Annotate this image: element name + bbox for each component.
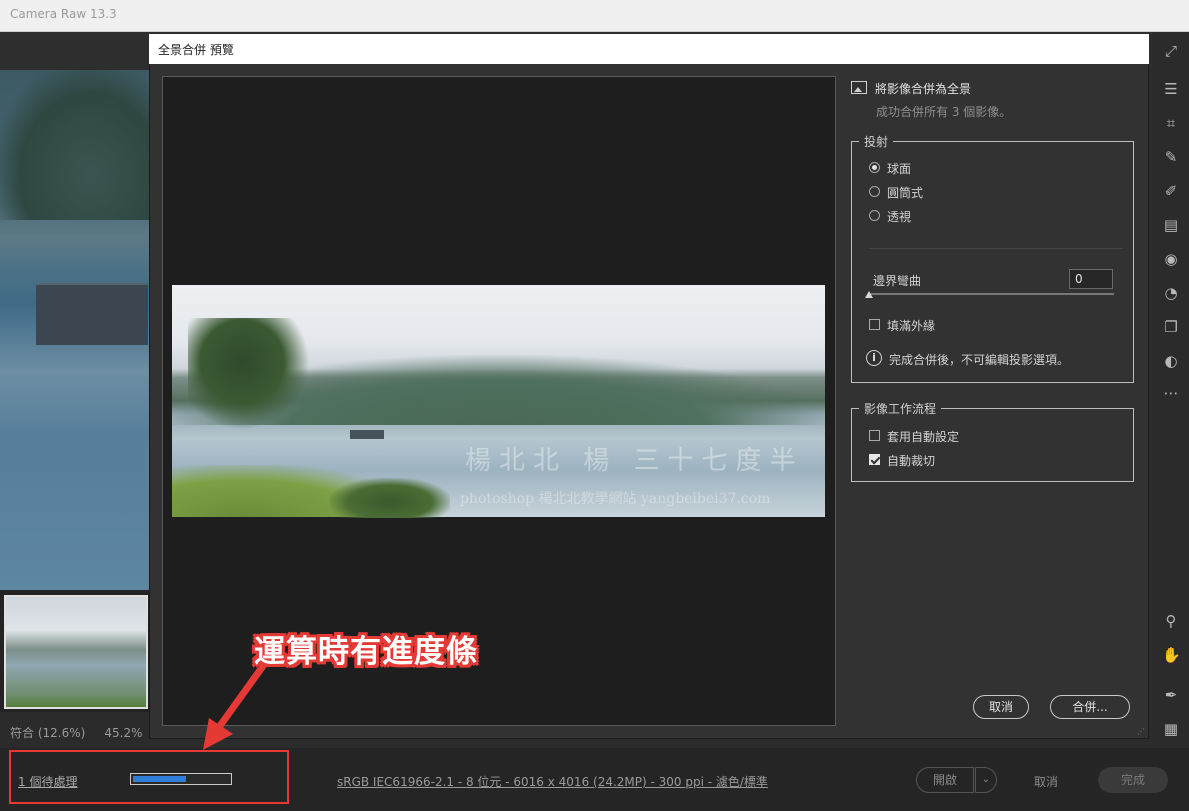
boundary-warp-slider[interactable]	[869, 293, 1114, 295]
auto-crop-label[interactable]: 自動裁切	[887, 452, 935, 469]
sliders-icon[interactable]: ☰	[1162, 80, 1180, 98]
annotation-highlight-box	[9, 750, 289, 804]
boundary-warp-input[interactable]: 0	[1069, 269, 1113, 289]
pano-bush	[330, 478, 450, 518]
workflow-group-label: 影像工作流程	[859, 400, 942, 417]
panorama-icon	[851, 81, 867, 94]
color-sampler-icon[interactable]: ✒	[1162, 686, 1180, 704]
file-info-link[interactable]: sRGB IEC61966-2.1 - 8 位元 - 6016 x 4016 (…	[337, 773, 768, 790]
merge-header-title: 將影像合併為全景	[875, 82, 972, 96]
photo-hill	[0, 70, 150, 220]
projection-group-label: 投射	[859, 133, 894, 150]
window-title: Camera Raw 13.3	[10, 7, 117, 21]
radio-perspective-label[interactable]: 透視	[887, 208, 911, 225]
projection-divider	[869, 248, 1123, 249]
radio-cylindrical-label[interactable]: 圓筒式	[887, 184, 923, 201]
pano-boat	[350, 430, 384, 439]
dialog-cancel-button[interactable]: 取消	[973, 695, 1029, 719]
dialog-title: 全景合併 預覽	[158, 43, 234, 57]
fill-edges-checkbox[interactable]	[869, 319, 880, 330]
crop-icon[interactable]: ⌗	[1162, 114, 1180, 132]
zoom-percent[interactable]: 45.2%	[104, 726, 142, 740]
zoom-label[interactable]: 符合 (12.6%)	[10, 726, 85, 740]
workflow-group	[851, 408, 1134, 482]
presets-icon[interactable]: ◐	[1162, 352, 1180, 370]
apply-auto-checkbox[interactable]	[869, 430, 880, 441]
apply-auto-label[interactable]: 套用自動設定	[887, 428, 959, 445]
radio-cylindrical[interactable]	[869, 186, 880, 197]
boundary-warp-label: 邊界彎曲	[873, 274, 922, 288]
snapshots-icon[interactable]: ❐	[1162, 318, 1180, 336]
watermark-line2: photoshop 楊北北教學網站 yangbeibei37.com	[460, 491, 771, 507]
done-button[interactable]: 完成	[1098, 767, 1168, 793]
filmstrip-thumbnail[interactable]	[4, 595, 148, 709]
merge-header-subtitle: 成功合併所有 3 個影像。	[876, 105, 1012, 119]
open-button[interactable]: 開啟	[916, 767, 974, 793]
boundary-warp-slider-thumb[interactable]	[865, 291, 873, 298]
gradient-icon[interactable]: ▤	[1162, 216, 1180, 234]
annotation-arrow-icon	[203, 662, 267, 750]
zoom-icon[interactable]: ⚲	[1162, 612, 1180, 630]
grid-icon[interactable]: ▦	[1162, 720, 1180, 738]
resize-grip-icon[interactable]: ⋰	[1137, 727, 1145, 736]
zoom-info[interactable]: 符合 (12.6%) 45.2%	[10, 724, 143, 741]
expand-icon[interactable]: ⤢	[1162, 42, 1180, 60]
radio-spherical[interactable]	[869, 162, 880, 173]
redeye-icon[interactable]: ◔	[1162, 284, 1180, 302]
window-titlebar: Camera Raw 13.3	[0, 0, 1189, 32]
projection-group	[851, 141, 1134, 383]
pano-tree	[188, 318, 308, 428]
radio-spherical-label[interactable]: 球面	[887, 160, 911, 177]
watermark-line1: 楊北北 楊 三十七度半	[465, 446, 804, 476]
hand-icon[interactable]: ✋	[1162, 646, 1181, 664]
info-icon: i	[866, 350, 882, 366]
dialog-titlebar: 全景合併 預覽	[149, 34, 1149, 64]
healing-icon[interactable]: ✎	[1162, 148, 1180, 166]
radio-perspective[interactable]	[869, 210, 880, 221]
main-cancel-button[interactable]: 取消	[1034, 773, 1058, 790]
auto-crop-checkbox[interactable]	[869, 454, 880, 465]
projection-info-text: 完成合併後，不可編輯投影選項。	[889, 353, 1070, 367]
photo-boat	[36, 285, 148, 345]
fill-edges-label[interactable]: 填滿外緣	[887, 317, 935, 334]
radial-icon[interactable]: ◉	[1162, 250, 1180, 268]
annotation-text: 運算時有進度條	[254, 634, 478, 670]
dialog-merge-button[interactable]: 合併...	[1050, 695, 1130, 719]
brush-icon[interactable]: ✐	[1162, 182, 1180, 200]
more-icon[interactable]: ⋯	[1162, 384, 1180, 402]
